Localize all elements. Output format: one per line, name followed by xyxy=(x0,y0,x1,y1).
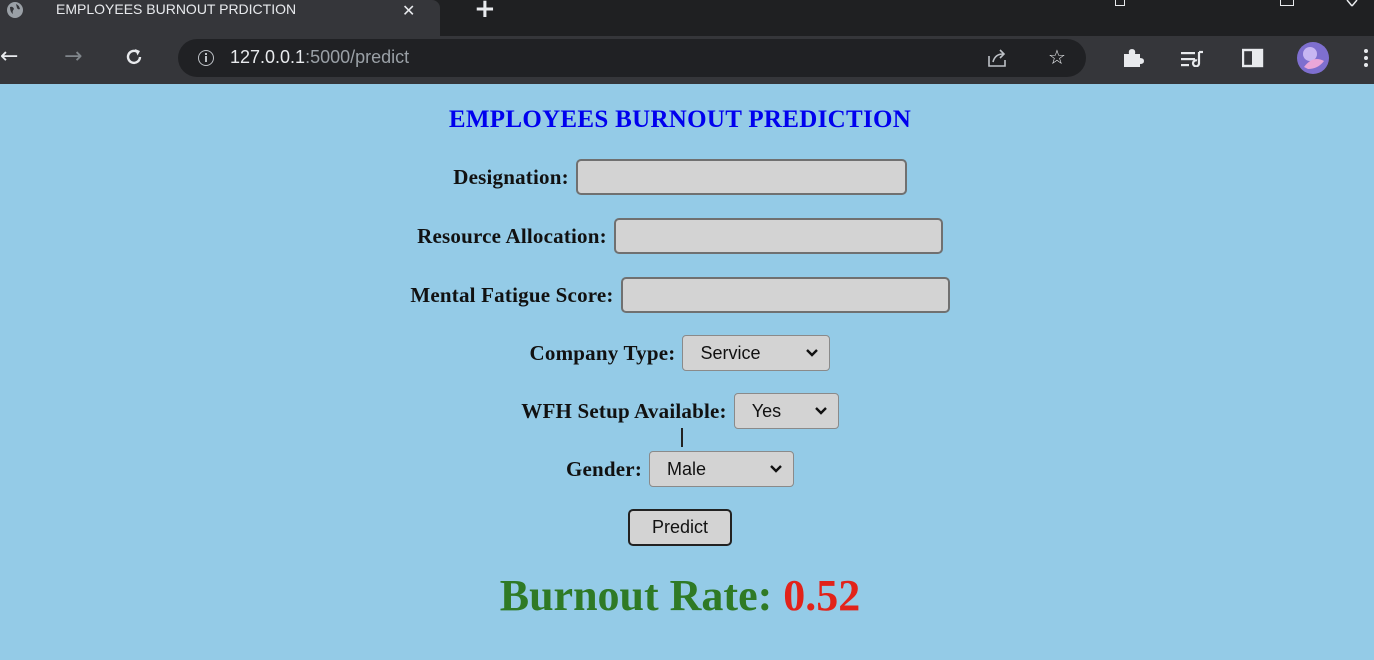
gender-label: Gender: xyxy=(565,456,643,481)
chevron-down-icon xyxy=(814,407,827,415)
tab-title: EMPLOYEES BURNOUT PRDICTION xyxy=(56,1,378,17)
resource-allocation-input[interactable] xyxy=(613,218,943,254)
reload-icon[interactable] xyxy=(124,47,144,67)
burnout-rate-label: Burnout Rate: xyxy=(499,571,773,620)
menu-icon[interactable] xyxy=(1362,48,1370,68)
minimize-icon[interactable] xyxy=(1115,0,1125,6)
resource-allocation-label: Resource Allocation: xyxy=(417,223,607,248)
wfh-setup-row: WFH Setup Available: Yes xyxy=(0,393,1360,429)
maximize-icon[interactable] xyxy=(1280,0,1294,6)
url-path: :5000/predict xyxy=(305,47,410,67)
chevron-down-icon xyxy=(770,465,782,473)
active-tab[interactable]: EMPLOYEES BURNOUT PRDICTION ✕ xyxy=(0,0,440,36)
designation-input[interactable] xyxy=(575,159,907,195)
company-type-select[interactable]: Service xyxy=(682,335,831,371)
window-close-icon[interactable] xyxy=(1346,0,1358,8)
profile-avatar[interactable] xyxy=(1296,41,1330,75)
reading-list-icon[interactable] xyxy=(1181,49,1205,67)
page-title: EMPLOYEES BURNOUT PREDICTION xyxy=(448,106,912,133)
burnout-result: Burnout Rate: 0.52 xyxy=(0,570,1360,621)
designation-label: Designation: xyxy=(453,164,569,189)
wfh-setup-label: WFH Setup Available: xyxy=(521,398,727,423)
mental-fatigue-input[interactable] xyxy=(620,277,950,313)
info-icon[interactable] xyxy=(198,50,214,66)
company-type-label: Company Type: xyxy=(529,340,676,365)
gender-value: Male xyxy=(667,458,707,479)
resource-allocation-row: Resource Allocation: xyxy=(0,218,1360,254)
forward-icon[interactable]: → xyxy=(64,46,82,68)
company-type-value: Service xyxy=(700,342,761,363)
side-panel-icon[interactable] xyxy=(1242,48,1264,68)
chevron-down-icon xyxy=(806,349,819,357)
designation-row: Designation: xyxy=(0,159,1360,195)
star-icon[interactable]: ☆ xyxy=(1048,45,1066,69)
globe-icon xyxy=(7,2,23,18)
extensions-icon[interactable] xyxy=(1122,48,1144,68)
wfh-setup-value: Yes xyxy=(751,400,782,421)
wfh-setup-select[interactable]: Yes xyxy=(733,393,839,429)
predict-button[interactable]: Predict xyxy=(628,509,732,546)
close-icon[interactable]: ✕ xyxy=(402,1,415,20)
back-icon[interactable]: ← xyxy=(0,46,18,68)
share-icon[interactable] xyxy=(987,48,1009,68)
gender-select[interactable]: Male xyxy=(649,451,795,487)
mental-fatigue-label: Mental Fatigue Score: xyxy=(410,282,614,307)
url-text[interactable]: 127.0.0.1:5000/predict xyxy=(230,47,409,68)
company-type-row: Company Type: Service xyxy=(0,335,1360,371)
tab-strip: EMPLOYEES BURNOUT PRDICTION ✕ + xyxy=(0,0,1374,36)
gender-row: Gender: Male xyxy=(0,451,1360,487)
burnout-rate-value: 0.52 xyxy=(783,571,861,620)
text-cursor-icon xyxy=(681,428,683,447)
mental-fatigue-row: Mental Fatigue Score: xyxy=(0,277,1360,313)
plus-icon[interactable]: + xyxy=(474,0,496,24)
url-host: 127.0.0.1 xyxy=(230,47,306,67)
